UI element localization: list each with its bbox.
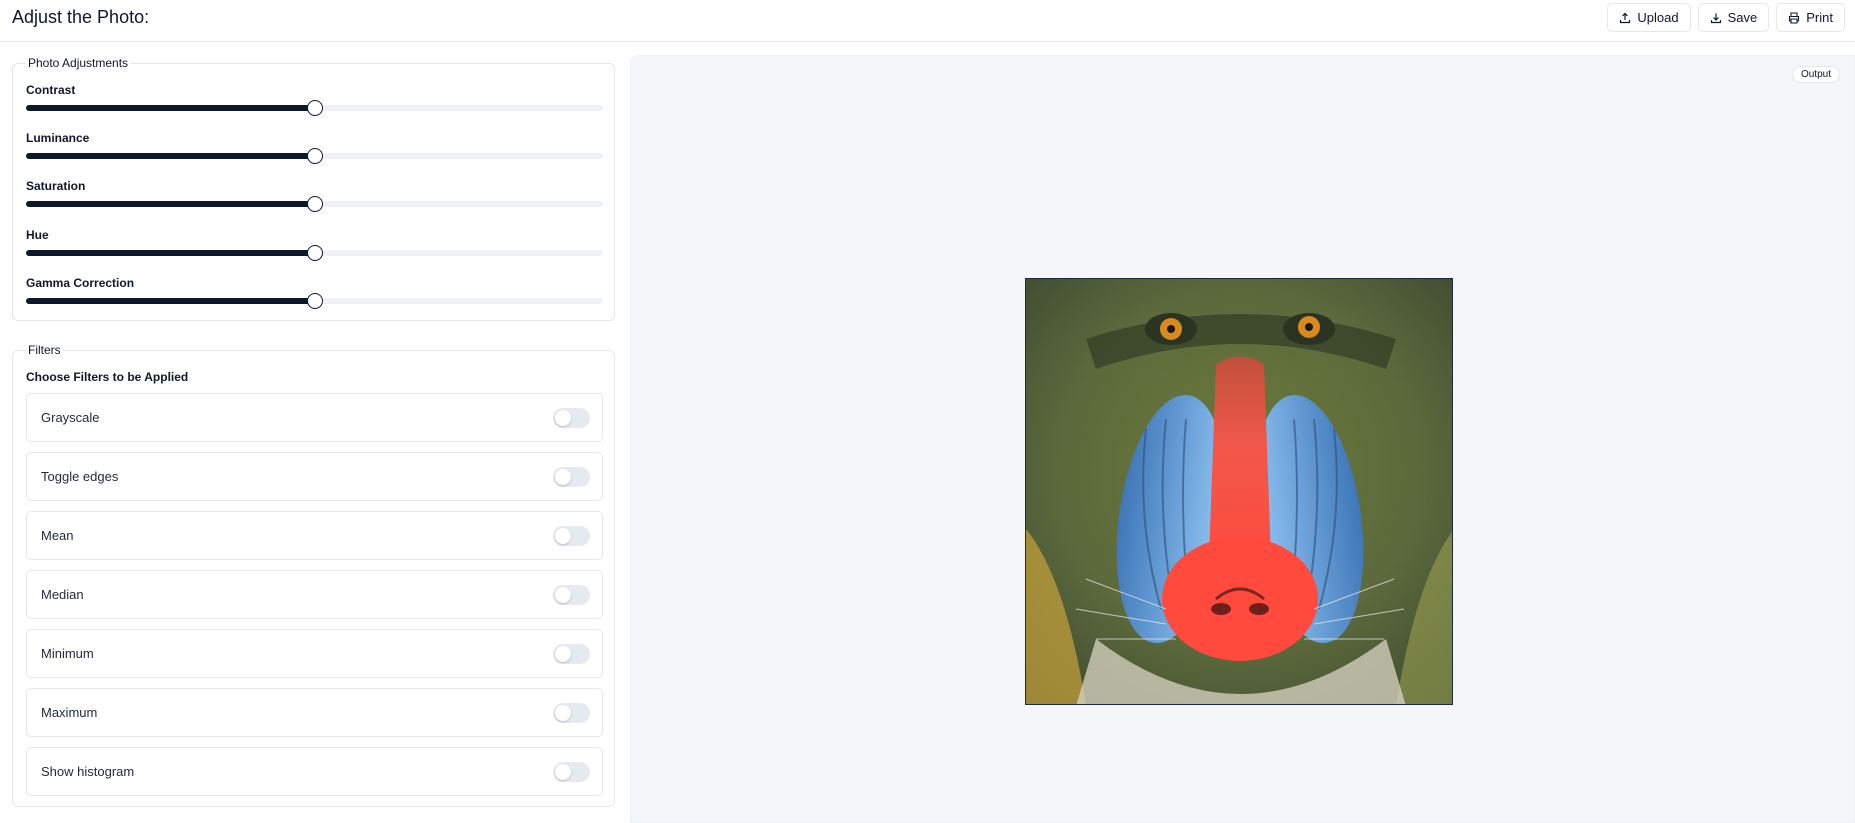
mandrill-image bbox=[1026, 279, 1452, 704]
filter-label: Minimum bbox=[41, 646, 94, 661]
contrast-slider[interactable] bbox=[26, 100, 603, 116]
slider-label: Hue bbox=[26, 228, 49, 242]
hue-slider-row: Hue bbox=[26, 228, 603, 264]
filter-label: Show histogram bbox=[41, 764, 135, 779]
print-button[interactable]: Print bbox=[1776, 3, 1845, 32]
gamma-correction-slider[interactable] bbox=[26, 293, 603, 309]
photo-adjustments-legend: Photo Adjustments bbox=[26, 56, 131, 70]
luminance-slider-row: Luminance bbox=[26, 131, 603, 167]
contrast-slider-row: Contrast bbox=[26, 83, 603, 119]
slider-thumb[interactable] bbox=[306, 100, 323, 116]
minimum-toggle[interactable] bbox=[553, 644, 590, 664]
hue-slider[interactable] bbox=[26, 245, 603, 261]
output-panel: Output bbox=[630, 55, 1855, 823]
filter-show-histogram: Show histogram bbox=[26, 747, 603, 796]
filters-legend: Filters bbox=[26, 343, 63, 357]
filter-label: Maximum bbox=[41, 705, 98, 720]
filter-label: Mean bbox=[41, 528, 74, 543]
slider-label: Saturation bbox=[26, 179, 86, 193]
upload-label: Upload bbox=[1637, 10, 1679, 25]
filter-minimum: Minimum bbox=[26, 629, 603, 678]
toggle-knob bbox=[555, 705, 571, 721]
filter-grayscale: Grayscale bbox=[26, 393, 603, 442]
toggle-edges-toggle[interactable] bbox=[553, 467, 590, 487]
printer-icon bbox=[1789, 11, 1800, 24]
filter-label: Grayscale bbox=[41, 410, 100, 425]
slider-fill bbox=[26, 298, 315, 304]
filter-median: Median bbox=[26, 570, 603, 619]
print-label: Print bbox=[1806, 10, 1833, 25]
filters-subtitle: Choose Filters to be Applied bbox=[26, 370, 189, 384]
filter-label: Median bbox=[41, 587, 84, 602]
slider-thumb[interactable] bbox=[306, 196, 323, 212]
slider-label: Gamma Correction bbox=[26, 276, 135, 290]
mean-toggle[interactable] bbox=[553, 526, 590, 546]
save-label: Save bbox=[1727, 10, 1758, 25]
slider-fill bbox=[26, 201, 315, 207]
app-header: Adjust the Photo: Upload Save Print bbox=[0, 0, 1855, 42]
output-badge: Output bbox=[1791, 66, 1840, 83]
toggle-knob bbox=[555, 646, 571, 662]
filters-panel: Filters Choose Filters to be Applied Gra… bbox=[12, 343, 615, 807]
slider-fill bbox=[26, 153, 315, 159]
slider-fill bbox=[26, 250, 315, 256]
grayscale-toggle[interactable] bbox=[553, 408, 590, 428]
luminance-slider[interactable] bbox=[26, 148, 603, 164]
toggle-knob bbox=[555, 410, 571, 426]
slider-label: Contrast bbox=[26, 83, 76, 97]
slider-label: Luminance bbox=[26, 131, 90, 145]
header-actions: Upload Save Print bbox=[1607, 3, 1845, 32]
slider-thumb[interactable] bbox=[306, 245, 323, 261]
toggle-knob bbox=[555, 528, 571, 544]
gamma-slider-row: Gamma Correction bbox=[26, 276, 603, 312]
filter-mean: Mean bbox=[26, 511, 603, 560]
output-image bbox=[1025, 278, 1453, 705]
page-title: Adjust the Photo: bbox=[12, 7, 150, 27]
show-histogram-toggle[interactable] bbox=[553, 762, 590, 782]
median-toggle[interactable] bbox=[553, 585, 590, 605]
upload-button[interactable]: Upload bbox=[1607, 3, 1691, 32]
toggle-knob bbox=[555, 469, 571, 485]
saturation-slider-row: Saturation bbox=[26, 179, 603, 215]
slider-thumb[interactable] bbox=[306, 148, 323, 164]
saturation-slider[interactable] bbox=[26, 196, 603, 212]
upload-icon bbox=[1620, 12, 1631, 23]
filter-maximum: Maximum bbox=[26, 688, 603, 737]
toggle-knob bbox=[555, 587, 571, 603]
download-icon bbox=[1710, 13, 1721, 23]
slider-thumb[interactable] bbox=[306, 293, 323, 309]
maximum-toggle[interactable] bbox=[553, 703, 590, 723]
filter-toggle-edges: Toggle edges bbox=[26, 452, 603, 501]
filter-label: Toggle edges bbox=[41, 469, 119, 484]
slider-fill bbox=[26, 105, 315, 111]
save-button[interactable]: Save bbox=[1697, 3, 1770, 32]
photo-adjustments-panel: Photo Adjustments Contrast Luminance Sat… bbox=[12, 56, 615, 321]
toggle-knob bbox=[555, 764, 571, 780]
